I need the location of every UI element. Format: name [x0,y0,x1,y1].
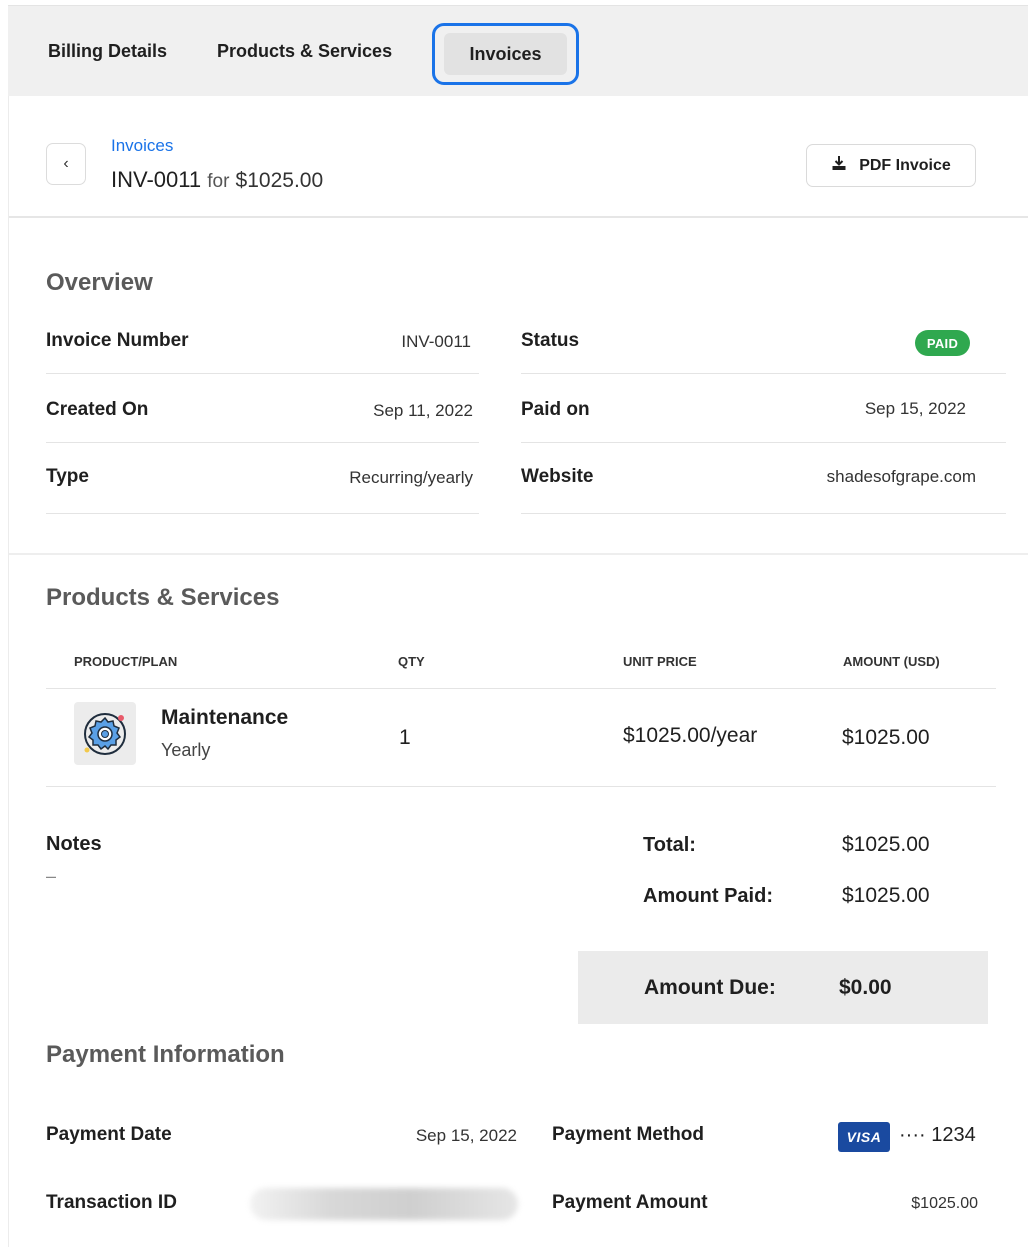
total-value: $1025.00 [842,833,930,856]
product-unit-price: $1025.00/year [623,724,758,747]
product-amount: $1025.00 [842,726,930,749]
payment-date-value: Sep 15, 2022 [415,1126,517,1145]
row-divider [521,442,1006,443]
tab-bar: Billing Details Products & Services Invo… [8,5,1028,96]
transaction-id-label: Transaction ID [46,1192,177,1213]
page-title: INV-0011 for $1025.00 [111,167,323,193]
product-name: Maintenance [161,706,289,729]
amount-paid-value: $1025.00 [842,884,930,907]
section-divider [9,553,1028,555]
created-on-label: Created On [46,399,149,420]
for-text: for [207,171,230,192]
tab-invoices-focus-ring: Invoices [432,23,579,85]
gear-icon [74,702,136,765]
visa-card-icon: VISA [838,1122,890,1152]
amount-paid-label: Amount Paid: [643,885,773,907]
row-divider [521,373,1006,374]
card-number: ···· 1234 [899,1124,976,1146]
products-services-title: Products & Services [46,584,280,611]
tab-products-services[interactable]: Products & Services [217,6,392,97]
row-divider [46,442,479,443]
breadcrumb-invoices[interactable]: Invoices [111,136,173,156]
total-label: Total: [643,834,696,856]
table-row-divider [46,786,996,787]
paid-on-value: Sep 15, 2022 [864,399,966,418]
invoice-number-value: INV-0011 [401,332,471,351]
invoice-amount-title: $1025.00 [235,169,324,192]
amount-due-value: $0.00 [839,976,892,999]
website-label: Website [521,466,594,487]
created-on-value: Sep 11, 2022 [373,401,473,420]
column-header-product: PRODUCT/PLAN [74,654,178,669]
back-button[interactable]: ‹ [46,143,86,185]
notes-value: – [46,866,57,886]
transaction-id-redacted [250,1188,518,1220]
overview-title: Overview [46,269,153,296]
payment-amount-label: Payment Amount [552,1192,708,1213]
chevron-left-icon: ‹ [63,155,69,172]
pdf-invoice-button[interactable]: PDF Invoice [806,144,976,187]
header-divider [9,216,1028,218]
column-header-amount: AMOUNT (USD) [843,654,940,669]
type-value: Recurring/yearly [349,468,473,487]
download-icon [831,155,847,176]
notes-label: Notes [46,833,102,855]
table-header-divider [46,688,996,689]
invoice-detail-panel [8,96,1028,1247]
website-value: shadesofgrape.com [826,467,976,486]
amount-due-box [578,951,988,1024]
payment-information-title: Payment Information [46,1041,285,1068]
status-badge: PAID [915,330,970,356]
tab-billing-details[interactable]: Billing Details [48,6,167,97]
paid-on-label: Paid on [521,399,590,420]
column-header-qty: QTY [398,654,425,669]
row-divider [46,513,479,514]
product-qty: 1 [399,726,411,749]
invoice-number-title: INV-0011 [111,167,202,192]
payment-date-label: Payment Date [46,1124,172,1145]
payment-method-label: Payment Method [552,1124,705,1145]
amount-due-label: Amount Due: [644,976,776,999]
pdf-invoice-label: PDF Invoice [859,156,951,174]
status-label: Status [521,330,580,351]
product-plan: Yearly [161,740,211,760]
type-label: Type [46,466,89,487]
row-divider [521,513,1006,514]
row-divider [46,373,479,374]
column-header-unit-price: UNIT PRICE [623,654,697,669]
payment-amount-value: $1025.00 [911,1195,978,1212]
tab-invoices[interactable]: Invoices [444,33,567,75]
invoice-number-label: Invoice Number [46,330,189,351]
